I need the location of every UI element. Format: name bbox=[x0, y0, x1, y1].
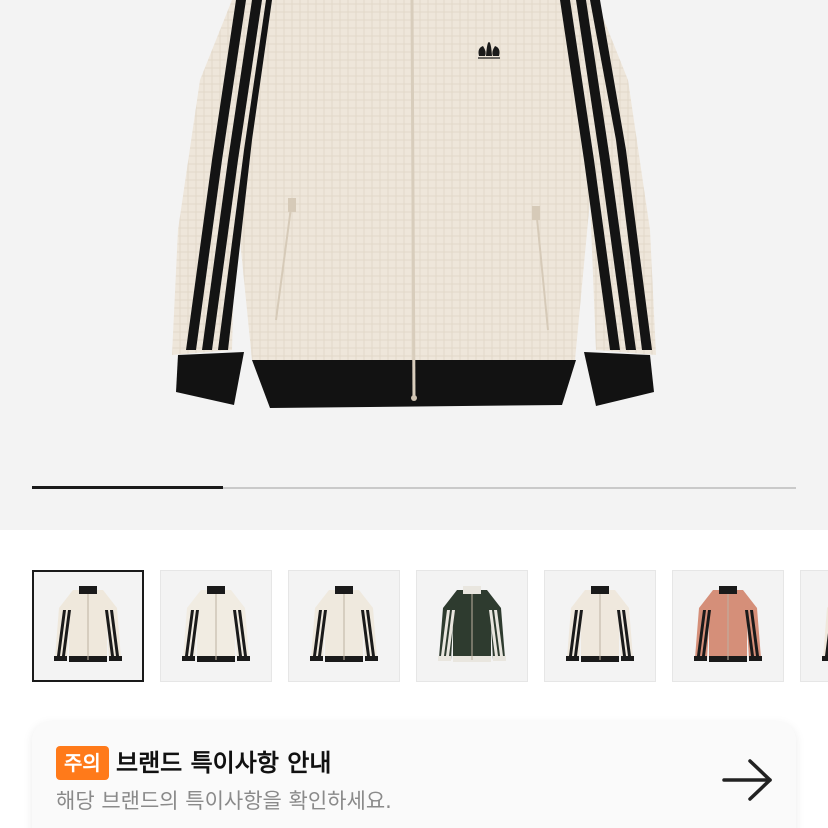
caution-badge: 주의 bbox=[56, 746, 109, 780]
thumb-dark-green-jacket[interactable] bbox=[416, 570, 528, 682]
jacket-thumbnail-icon bbox=[182, 586, 250, 662]
jacket-thumbnail-icon bbox=[566, 586, 634, 662]
arrow-right-icon[interactable] bbox=[722, 758, 774, 802]
thumb-cream-jacket-1[interactable] bbox=[32, 570, 144, 682]
thumb-cream-jacket-5[interactable] bbox=[544, 570, 656, 682]
notice-subtitle: 해당 브랜드의 특이사항을 확인하세요. bbox=[56, 789, 392, 813]
brand-notice-card[interactable]: 주의 브랜드 특이사항 안내 해당 브랜드의 특이사항을 확인하세요. bbox=[32, 722, 796, 828]
jacket-thumbnail-icon bbox=[822, 606, 828, 661]
jacket-thumbnail-icon bbox=[54, 586, 122, 662]
jacket-thumbnail-icon bbox=[694, 586, 762, 662]
thumbnail-strip[interactable] bbox=[32, 570, 828, 682]
gallery-progress-indicator bbox=[32, 486, 223, 489]
thumb-partial[interactable] bbox=[800, 570, 828, 682]
thumb-salmon-jacket[interactable] bbox=[672, 570, 784, 682]
jacket-thumbnail-icon bbox=[310, 586, 378, 662]
jacket-main-image bbox=[172, 0, 656, 408]
notice-title: 브랜드 특이사항 안내 bbox=[116, 749, 332, 777]
product-image-gallery[interactable] bbox=[0, 0, 828, 530]
thumb-cream-jacket-2[interactable] bbox=[160, 570, 272, 682]
thumb-cream-jacket-3[interactable] bbox=[288, 570, 400, 682]
jacket-thumbnail-icon bbox=[438, 586, 506, 662]
gallery-progress-track bbox=[32, 486, 796, 489]
